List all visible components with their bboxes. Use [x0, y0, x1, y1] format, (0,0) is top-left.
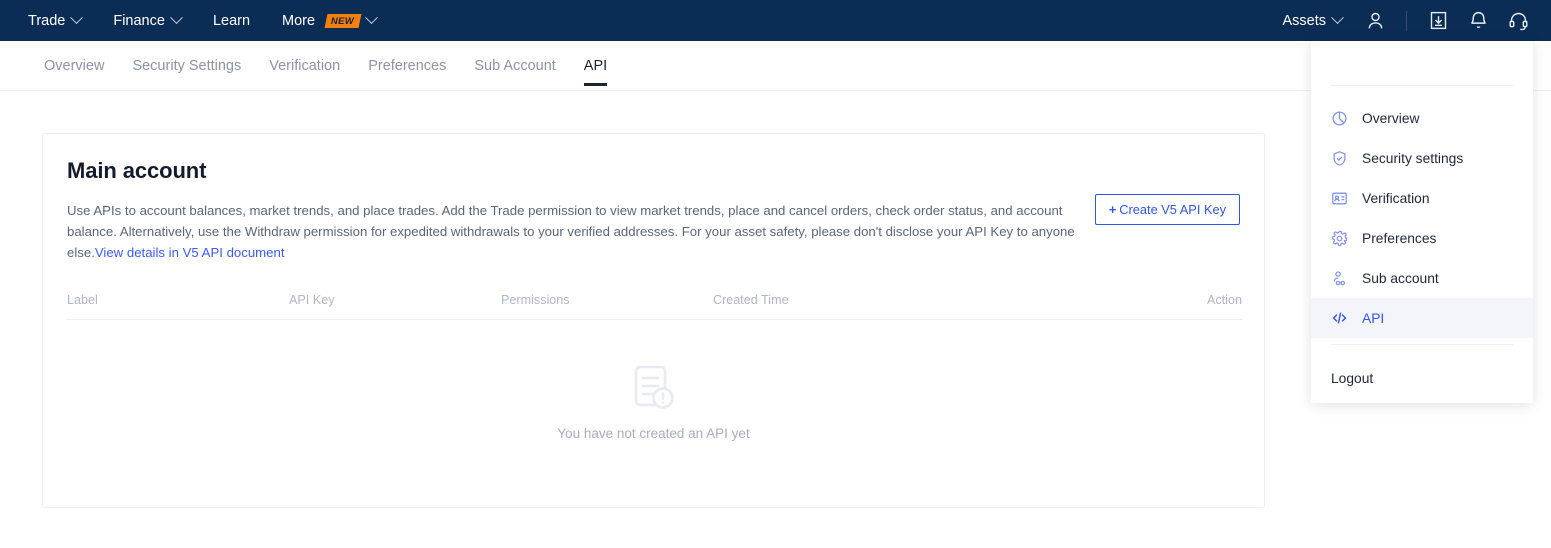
headset-icon[interactable]	[1499, 0, 1537, 41]
dropdown-header-area	[1311, 41, 1533, 85]
dropdown-item-overview[interactable]: Overview	[1311, 98, 1533, 138]
chevron-down-icon	[1331, 11, 1344, 25]
nav-item-trade-label: Trade	[28, 12, 66, 29]
dropdown-item-list: Overview Security settings Verification …	[1311, 86, 1533, 344]
tab-api[interactable]: API	[570, 41, 621, 91]
navbar-left-group: Trade Finance Learn More NEW	[0, 0, 392, 41]
dropdown-item-api-label: API	[1362, 310, 1385, 326]
table-header-row: Label API Key Permissions Created Time A…	[67, 293, 1242, 320]
pie-chart-icon	[1331, 110, 1348, 127]
api-description: Use APIs to account balances, market tre…	[67, 200, 1077, 263]
download-icon[interactable]	[1419, 0, 1457, 41]
top-navbar: Trade Finance Learn More NEW Assets	[0, 0, 1551, 41]
empty-state-text: You have not created an API yet	[557, 426, 750, 441]
nav-item-finance[interactable]: Finance	[97, 0, 197, 41]
page-root: Trade Finance Learn More NEW Assets Over…	[0, 0, 1551, 548]
dropdown-item-verification[interactable]: Verification	[1311, 178, 1533, 218]
navbar-divider	[1406, 10, 1407, 31]
navbar-right-group: Assets	[1270, 0, 1551, 41]
dropdown-item-sub-account[interactable]: Sub account	[1311, 258, 1533, 298]
nav-item-assets-label: Assets	[1282, 12, 1326, 29]
nav-item-trade[interactable]: Trade	[12, 0, 97, 41]
shield-check-icon	[1331, 150, 1348, 167]
v5-api-document-link[interactable]: View details in V5 API document	[95, 245, 285, 260]
user-icon[interactable]	[1356, 0, 1394, 41]
column-header-created-time: Created Time	[713, 293, 1013, 320]
create-v5-api-key-label: Create V5 API Key	[1119, 202, 1226, 217]
nav-item-more-label: More	[282, 12, 316, 29]
create-v5-api-key-button[interactable]: + Create V5 API Key	[1094, 194, 1240, 225]
column-header-action: Action	[1013, 293, 1242, 320]
chevron-down-icon	[170, 11, 183, 25]
nav-item-assets[interactable]: Assets	[1270, 0, 1354, 41]
dropdown-item-sub-account-label: Sub account	[1362, 270, 1439, 286]
id-card-icon	[1331, 190, 1348, 207]
new-badge: NEW	[324, 13, 362, 28]
empty-state: You have not created an API yet	[67, 364, 1240, 441]
nav-item-more[interactable]: More NEW	[266, 0, 392, 41]
chevron-down-icon	[365, 11, 379, 25]
tab-sub-account[interactable]: Sub Account	[460, 41, 569, 91]
dropdown-item-security-settings-label: Security settings	[1362, 150, 1464, 166]
account-dropdown-menu: Overview Security settings Verification …	[1311, 41, 1533, 403]
nav-item-finance-label: Finance	[113, 12, 165, 29]
dropdown-item-verification-label: Verification	[1362, 190, 1430, 206]
card-content: Main account Use APIs to account balance…	[43, 134, 1264, 441]
bell-icon[interactable]	[1459, 0, 1497, 41]
chevron-down-icon	[70, 11, 84, 25]
column-header-permissions: Permissions	[501, 293, 713, 320]
nav-item-learn-label: Learn	[212, 12, 251, 29]
gear-icon	[1331, 230, 1348, 247]
dropdown-item-preferences[interactable]: Preferences	[1311, 218, 1533, 258]
code-icon	[1331, 310, 1348, 327]
logout-button[interactable]: Logout	[1311, 359, 1533, 397]
dropdown-item-security-settings[interactable]: Security settings	[1311, 138, 1533, 178]
dropdown-item-overview-label: Overview	[1362, 110, 1420, 126]
empty-document-icon	[634, 365, 674, 409]
new-badge-label: NEW	[331, 15, 355, 26]
tab-preferences[interactable]: Preferences	[354, 41, 460, 91]
plus-icon: +	[1108, 202, 1117, 217]
page-title: Main account	[67, 158, 207, 183]
column-header-label: Label	[67, 293, 289, 320]
main-account-card: Main account Use APIs to account balance…	[42, 133, 1265, 508]
tab-security-settings[interactable]: Security Settings	[118, 41, 255, 91]
sub-account-icon	[1331, 270, 1348, 287]
dropdown-item-preferences-label: Preferences	[1362, 230, 1437, 246]
nav-item-learn[interactable]: Learn	[197, 0, 266, 41]
dropdown-item-api[interactable]: API	[1311, 298, 1533, 338]
tab-overview[interactable]: Overview	[30, 41, 118, 91]
column-header-api-key: API Key	[289, 293, 501, 320]
tab-verification[interactable]: Verification	[255, 41, 354, 91]
dropdown-footer: Logout	[1311, 345, 1533, 397]
api-keys-table: Label API Key Permissions Created Time A…	[67, 293, 1242, 320]
